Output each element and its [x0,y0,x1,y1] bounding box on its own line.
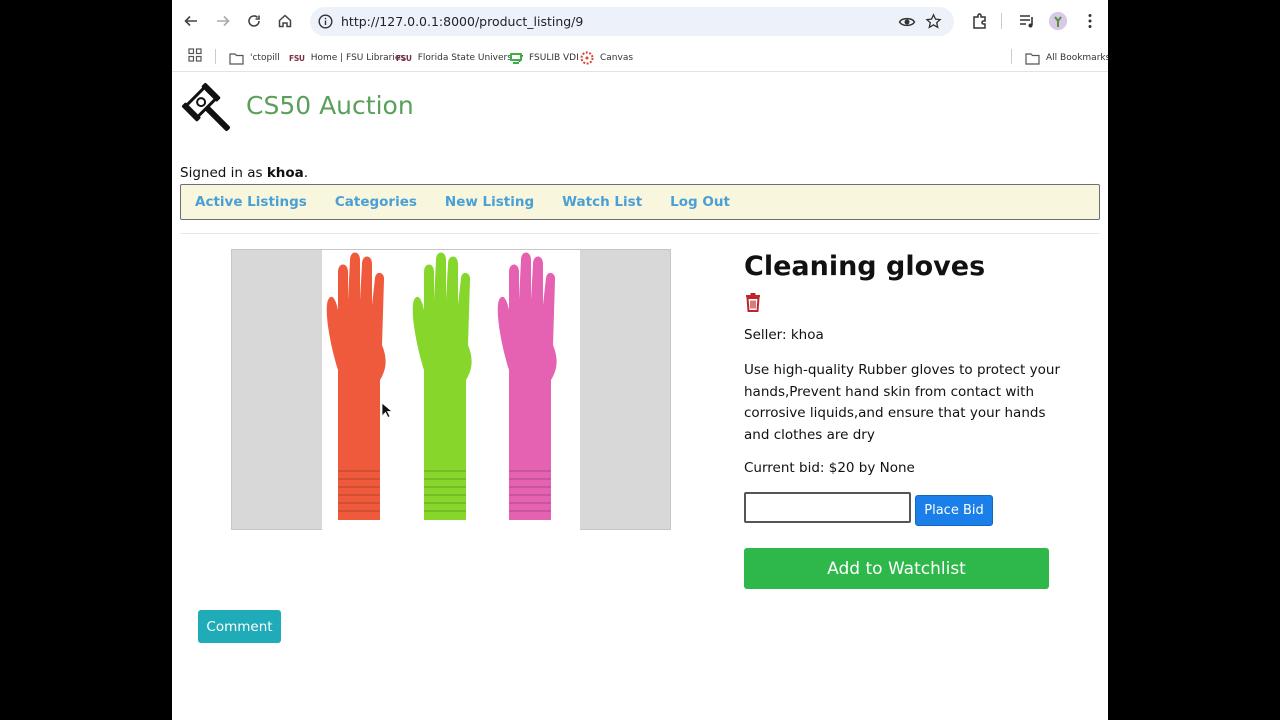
vdi-icon [510,52,522,64]
glove-shape [412,252,472,520]
bookmark-label: FSULIB VDI [529,53,579,63]
nav-categories[interactable]: Categories [335,194,417,210]
bookmark-label: 'ctopill [250,53,280,63]
bookmark-item[interactable]: FSULIB VDI [509,50,579,66]
bookmark-item[interactable]: Canvas [580,50,633,66]
fsu-logo-icon: FSU [289,53,305,63]
glove-shape [497,252,557,520]
home-icon[interactable] [274,10,296,32]
apps-grid-icon[interactable] [188,48,202,62]
toolbar-divider [1001,13,1002,29]
site-info-icon[interactable] [317,13,334,30]
bookmark-label: Florida State University [417,53,524,63]
bookmarks-divider [1011,49,1012,64]
listing-title: Cleaning gloves [744,251,986,282]
reload-icon[interactable] [243,10,265,32]
fsu-logo-icon: FSU [396,53,412,63]
nav-watch-list[interactable]: Watch List [562,194,642,210]
listing-description: Use high-quality Rubber gloves to protec… [744,362,1060,443]
back-icon[interactable] [180,10,202,32]
page-content: CS50 Auction Signed in as khoa. Active L… [172,73,1108,720]
place-bid-button[interactable]: Place Bid [915,495,993,526]
bookmarks-divider [215,49,216,64]
username: khoa [266,165,304,181]
bookmark-label: Canvas [600,53,634,63]
site-title[interactable]: CS50 Auction [246,91,414,120]
mouse-cursor-icon [381,402,393,419]
address-bar[interactable]: http://127.0.0.1:8000/product_listing/9 [310,7,954,36]
folder-icon [229,52,244,65]
canvas-icon [580,51,594,65]
bookmark-star-icon[interactable] [925,13,942,30]
bookmark-label: Home | FSU Libraries [310,53,406,63]
signed-in-prefix: Signed in as [180,165,267,181]
bookmark-item[interactable]: 'ctopill [229,50,280,66]
gavel-logo-icon [181,82,230,131]
current-bid-text: Current bid: $20 by None [744,460,915,476]
forward-icon[interactable] [212,10,234,32]
browser-toolbar: http://127.0.0.1:8000/product_listing/9 [172,0,1108,42]
seller-text: Seller: khoa [744,327,824,343]
signed-in-suffix: . [303,165,309,181]
folder-icon [1025,52,1040,65]
trash-icon[interactable] [744,292,762,312]
main-nav: Active Listings Categories New Listing W… [180,184,1100,220]
nav-new-listing[interactable]: New Listing [445,194,534,210]
nav-log-out[interactable]: Log Out [670,194,730,210]
extensions-icon[interactable] [970,11,990,31]
comment-button[interactable]: Comment [198,610,281,643]
bookmarks-bar: 'ctopill FSU Home | FSU Libraries FSU Fl… [172,42,1108,72]
profile-avatar[interactable] [1049,12,1067,30]
media-controls-icon[interactable] [1017,11,1037,31]
bookmark-item[interactable]: FSU Florida State University [396,50,523,66]
eye-icon[interactable] [898,13,916,31]
listing-image [231,249,671,530]
listing-image-photo [322,250,580,530]
all-bookmarks-label: All Bookmarks [1046,53,1108,63]
bookmark-item[interactable]: FSU Home | FSU Libraries [289,50,405,66]
browser-window: http://127.0.0.1:8000/product_listing/9 … [172,0,1108,720]
signed-in-text: Signed in as khoa. [180,165,308,181]
url-text[interactable]: http://127.0.0.1:8000/product_listing/9 [341,14,583,29]
all-bookmarks-button[interactable]: All Bookmarks [1025,50,1108,66]
gloves-image [326,252,557,520]
nav-active-listings[interactable]: Active Listings [195,194,307,210]
add-to-watchlist-button[interactable]: Add to Watchlist [744,548,1049,589]
menu-kebab-icon[interactable] [1080,11,1100,31]
glove-shape [326,252,386,520]
divider [180,233,1100,234]
bid-amount-input[interactable] [744,492,911,523]
